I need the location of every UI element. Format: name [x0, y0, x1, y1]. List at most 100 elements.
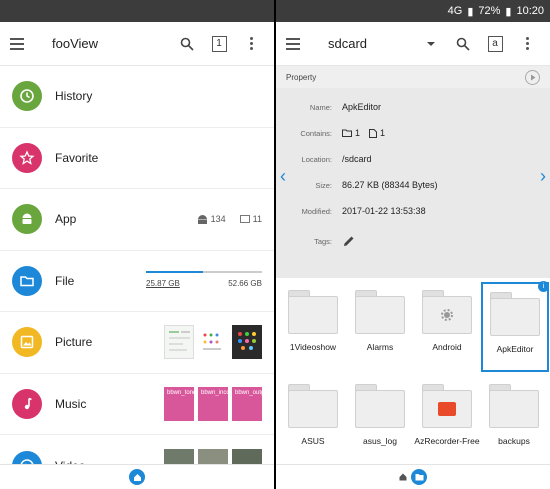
dropdown-arrow-icon[interactable] [418, 31, 444, 57]
category-label: Music [55, 396, 87, 411]
app-bar: fooView 1 [0, 22, 274, 66]
edit-tags-icon[interactable] [342, 234, 356, 248]
folder-icon [288, 290, 338, 334]
storage-used: 25.87 GB [146, 278, 180, 288]
bottom-nav [0, 464, 274, 489]
picture-thumbnail[interactable] [198, 325, 228, 360]
category-label: Favorite [55, 150, 99, 165]
folder-icon [489, 384, 539, 428]
storage-total: 52.66 GB [228, 278, 262, 288]
folder-label: Alarms [366, 342, 394, 352]
music-thumbnails: bbwn_tone.wav bbwn_incoming_call bbwn_ou… [164, 374, 262, 435]
folder-label: backups [498, 436, 530, 446]
category-label: App [55, 212, 77, 227]
folder-tile[interactable]: ASUS [280, 376, 346, 464]
home-icon[interactable] [129, 469, 145, 485]
folder-label: AzRecorder-Free [414, 436, 480, 446]
category-label: Picture [55, 335, 93, 350]
battery-level: 72% [478, 5, 501, 17]
menu-icon[interactable] [286, 33, 308, 55]
home-small-icon[interactable] [399, 468, 407, 486]
contains-folders: 1 [355, 128, 361, 138]
sdcard-pane: 4G ▮ 72% ▮ 10:20 sdcard a Property ‹ › N… [276, 0, 550, 489]
contains-key: Contains: [300, 128, 332, 138]
category-file[interactable]: File 25.87 GB 52.66 GB [0, 251, 274, 312]
location-value: /sdcard [342, 154, 372, 164]
search-icon[interactable] [450, 31, 476, 57]
picture-thumbnail[interactable] [232, 325, 262, 360]
chevron-left-icon[interactable]: ‹ [280, 166, 286, 187]
clock: 10:20 [516, 5, 544, 17]
folder-small-icon [342, 129, 352, 137]
network-type: 4G [447, 5, 463, 17]
android-small-icon [197, 214, 207, 224]
folder-label: ApkEditor [496, 344, 534, 354]
chevron-right-icon[interactable]: › [540, 166, 546, 187]
location-key: Location: [301, 154, 332, 164]
tab-count-button[interactable]: 1 [206, 31, 232, 57]
android-icon [12, 204, 42, 235]
more-options-icon[interactable] [514, 31, 540, 57]
folder-icon [422, 384, 472, 428]
search-icon[interactable] [174, 31, 200, 57]
folder-label: ASUS [301, 436, 325, 446]
installed-apps-count: 134 [210, 214, 226, 225]
property-details: ‹ › Name: ApkEditor Contains: 1 1 Locatio… [276, 88, 550, 278]
music-note-icon [12, 388, 42, 419]
gear-icon [441, 309, 453, 321]
tab-letter: a [487, 35, 503, 52]
status-bar: 4G ▮ 72% ▮ 10:20 [276, 0, 550, 22]
folder-label: Android [432, 342, 462, 352]
battery-icon: ▮ [505, 5, 512, 18]
app-counts: 134 11 [187, 189, 262, 250]
category-music[interactable]: Music bbwn_tone.wav bbwn_incoming_call b… [0, 374, 274, 435]
system-apps: 11 [239, 214, 262, 225]
folder-tile[interactable]: 1Videoshow [280, 282, 346, 370]
folder-tile[interactable]: asus_log [347, 376, 413, 464]
folder-icon [12, 265, 42, 296]
app-title: fooView [52, 36, 99, 51]
bottom-nav [276, 464, 550, 489]
category-label: File [55, 273, 75, 288]
signal-icon: ▮ [467, 5, 474, 18]
music-thumbnail[interactable]: bbwn_incoming_call [198, 386, 228, 421]
picture-thumbnail[interactable] [164, 325, 194, 360]
installed-apps: 134 [197, 214, 226, 224]
folder-label: asus_log [362, 436, 398, 446]
star-icon [12, 142, 42, 173]
category-app[interactable]: App 134 11 [0, 189, 274, 251]
picture-icon [12, 327, 42, 358]
size-key: Size: [315, 180, 332, 190]
tab-button[interactable]: a [482, 31, 508, 57]
folder-tile[interactable]: Android [414, 282, 480, 370]
recorder-icon [438, 402, 456, 416]
name-key: Name: [309, 102, 332, 112]
music-thumbnail[interactable]: bbwn_outgoing_callw [232, 386, 262, 421]
info-icon[interactable]: i [538, 281, 549, 292]
category-favorite[interactable]: Favorite [0, 128, 274, 189]
folder-icon [490, 292, 540, 336]
category-list: History Favorite App 134 11 File 25.87 G… [0, 66, 274, 489]
status-bar [0, 0, 274, 22]
history-icon [12, 81, 42, 112]
menu-icon[interactable] [10, 33, 32, 55]
more-options-icon[interactable] [238, 31, 264, 57]
music-thumbnail[interactable]: bbwn_tone.wav [164, 386, 194, 421]
app-bar: sdcard a [276, 22, 550, 66]
system-apps-count: 11 [252, 214, 262, 225]
storage-usage: 25.87 GB 52.66 GB [146, 270, 262, 288]
category-history[interactable]: History [0, 66, 274, 128]
folder-icon [355, 384, 405, 428]
folder-tile[interactable]: backups [481, 376, 547, 464]
apk-icon [239, 215, 250, 224]
folder-tile[interactable]: AzRecorder-Free [414, 376, 480, 464]
fooview-main-pane: fooView 1 History Favorite App 134 11 Fi… [0, 0, 274, 489]
play-icon[interactable] [525, 69, 540, 85]
folder-nav-icon[interactable] [411, 469, 427, 485]
property-header: Property [286, 72, 317, 82]
folder-tile[interactable]: Alarms [347, 282, 413, 370]
folder-tile-selected[interactable]: i ApkEditor [481, 281, 549, 372]
tab-count: 1 [211, 35, 227, 52]
property-panel: Property ‹ › Name: ApkEditor Contains: 1 … [276, 66, 550, 278]
category-picture[interactable]: Picture [0, 312, 274, 374]
